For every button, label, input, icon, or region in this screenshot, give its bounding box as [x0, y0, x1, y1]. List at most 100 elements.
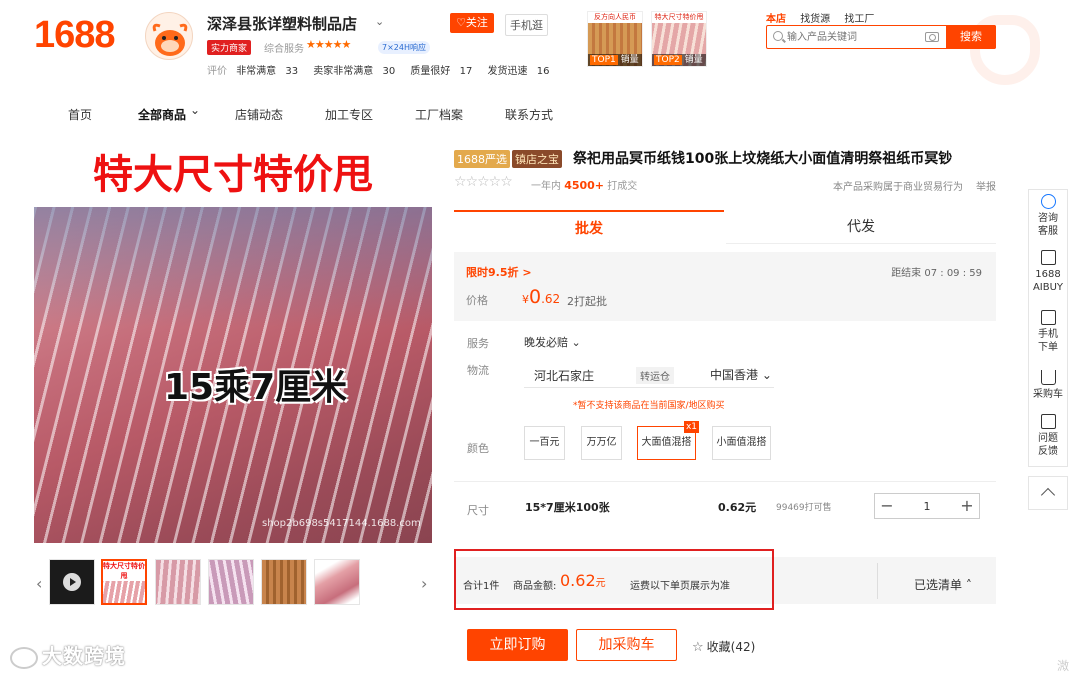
total-count: 合计1件 [463, 581, 500, 592]
service-label: 服务 [467, 337, 489, 350]
selected-list-toggle[interactable]: 已选清单 ˄ [914, 576, 972, 593]
trade-note: 本产品采购属于商业贸易行为 [833, 182, 963, 193]
size-stock: 99469打可售 [776, 503, 832, 513]
shop-name[interactable]: 深泽县张详塑料制品店 [207, 13, 357, 34]
nav-shop-news[interactable]: 店铺动态 [235, 106, 283, 123]
cart-icon [1040, 370, 1056, 385]
thumbnail[interactable] [314, 559, 360, 605]
sold-count: 一年内 4500+ 打成交 [531, 179, 638, 192]
search-tab-factories[interactable]: 找工厂 [844, 14, 874, 25]
star-icon: ☆ [692, 640, 704, 655]
ship-to-dropdown[interactable]: 中国香港 ⌄ [710, 366, 772, 383]
nav-contact[interactable]: 联系方式 [505, 106, 553, 123]
nav-all-products[interactable]: 全部商品 [138, 106, 186, 123]
purchase-cart-button[interactable]: 采购车 [1029, 370, 1067, 401]
buy-now-button[interactable]: 立即订购 [467, 629, 568, 661]
color-option-selected[interactable]: 大面值混搭 x1 [637, 421, 699, 460]
mobile-shop-button[interactable]: 手机逛 [505, 14, 548, 36]
search-input[interactable] [767, 26, 945, 48]
mobile-order-button[interactable]: 手机 下单 [1029, 310, 1067, 354]
color-option[interactable]: 一百元 [524, 426, 565, 460]
size-name: 15*7厘米100张 [525, 501, 610, 514]
search-scope-tabs: 本店 找货源 找工厂 [766, 10, 885, 25]
aibuy-button[interactable]: 1688 AIBUY [1029, 250, 1067, 294]
price-label: 价格 [466, 294, 488, 307]
side-toolbar: 咨询 客服 1688 AIBUY 手机 下单 采购车 问题 反馈 [1028, 189, 1068, 467]
chevron-down-icon[interactable]: ⌄ [190, 103, 200, 117]
divider [877, 563, 878, 599]
amount-label: 商品金额: [513, 581, 557, 592]
back-to-top-button[interactable] [1028, 476, 1068, 510]
product-rating-stars: ☆☆☆☆☆ [454, 174, 513, 190]
rating-item: 卖家非常满意 30 [313, 66, 396, 77]
top-product-card[interactable]: 特大尺寸特价甩 TOP2 销量 [651, 11, 707, 67]
search-box: 搜索 [766, 25, 996, 49]
main-product-image[interactable]: 特大尺寸特价甩 15乘7厘米 shop2b698s5417144.1688.co… [34, 143, 432, 543]
qr-code-icon [1040, 310, 1056, 325]
rating-item: 质量很好 17 [410, 66, 473, 77]
ship-from: 河北石家庄 [534, 369, 595, 383]
tab-dropship[interactable]: 代发 [726, 210, 996, 244]
color-option[interactable]: 万万亿 [581, 426, 622, 460]
shop-treasure-tag: 镇店之宝 [512, 150, 562, 168]
color-option[interactable]: 小面值混搭 [712, 426, 771, 460]
ratings-label: 评价 [207, 66, 227, 77]
thumbnail[interactable] [155, 559, 201, 605]
quantity-input[interactable] [899, 494, 955, 518]
site-logo[interactable]: 1688 [34, 14, 116, 57]
quantity-increase-button[interactable]: + [955, 494, 979, 518]
report-link[interactable]: 举报 [976, 178, 996, 193]
favorite-button[interactable]: ☆ 收藏(42) [692, 638, 755, 655]
chevron-up-icon [1040, 487, 1056, 503]
thumbnail[interactable] [261, 559, 307, 605]
top-product-card[interactable]: 反方向人民币 TOP1 销量 [587, 11, 643, 67]
rating-item: 发货迅速 16 [487, 66, 550, 77]
thumbnail-video[interactable] [49, 559, 95, 605]
edit-icon [1040, 414, 1056, 429]
thumbnail[interactable]: 特大尺寸特价甩 [101, 559, 147, 605]
feedback-button[interactable]: 问题 反馈 [1029, 414, 1067, 458]
nav-processing[interactable]: 加工专区 [325, 106, 373, 123]
search-tab-this-shop[interactable]: 本店 [766, 14, 786, 25]
size-price: 0.62元 [718, 501, 757, 514]
min-order: 2打起批 [567, 295, 607, 308]
flash-sale-label[interactable]: 限时9.5折 > [466, 264, 532, 280]
translate-icon [1040, 250, 1056, 265]
tab-wholesale[interactable]: 批发 [454, 210, 724, 244]
top-product-caption: 反方向人民币 [588, 12, 642, 23]
thumbnail[interactable] [208, 559, 254, 605]
price-panel: 限时9.5折 > 距结束 07 : 09 : 59 价格 ¥0.62 2打起批 [454, 252, 996, 321]
countdown-timer: 距结束 07 : 09 : 59 [891, 268, 982, 279]
strength-merchant-badge: 实力商家 [207, 40, 252, 55]
logistics-label: 物流 [467, 364, 489, 377]
quantity-stepper: − + [874, 493, 980, 519]
customer-service-icon [1040, 194, 1056, 209]
camera-icon[interactable] [925, 32, 939, 42]
top-product-caption: 特大尺寸特价甩 [652, 12, 706, 23]
chevron-left-icon[interactable]: ‹ [36, 574, 42, 593]
add-to-cart-button[interactable]: 加采购车 [576, 629, 677, 661]
search-tab-sources[interactable]: 找货源 [800, 14, 830, 25]
image-watermark: shop2b698s5417144.1688.com [262, 518, 421, 529]
play-icon [63, 573, 81, 591]
color-label: 颜色 [467, 442, 489, 455]
search-button[interactable]: 搜索 [946, 25, 996, 49]
divider [524, 387, 774, 388]
follow-button[interactable]: ♡关注 [450, 13, 494, 33]
image-size-text: 15乘7厘米 [164, 367, 348, 408]
nav-home[interactable]: 首页 [68, 106, 92, 123]
price-value: ¥0.62 [522, 286, 561, 308]
image-banner-text: 特大尺寸特价甩 [34, 143, 432, 207]
brand-watermark: 大数跨境 [10, 640, 126, 669]
chevron-down-icon[interactable]: ⌄ [375, 15, 384, 28]
strict-selection-tag: 1688严选 [454, 150, 510, 168]
customer-service-button[interactable]: 咨询 客服 [1029, 194, 1067, 238]
freight-note: 运费以下单页展示为准 [630, 581, 730, 592]
shop-avatar[interactable] [145, 12, 193, 60]
service-dropdown[interactable]: 晚发必赔 ⌄ [524, 334, 581, 350]
nav-factory-profile[interactable]: 工厂档案 [415, 106, 463, 123]
corner-watermark: 溦 [1057, 659, 1070, 673]
chevron-right-icon[interactable]: › [421, 574, 427, 593]
quantity-decrease-button[interactable]: − [875, 494, 899, 518]
top-product-rank: TOP2 销量 [652, 54, 706, 66]
